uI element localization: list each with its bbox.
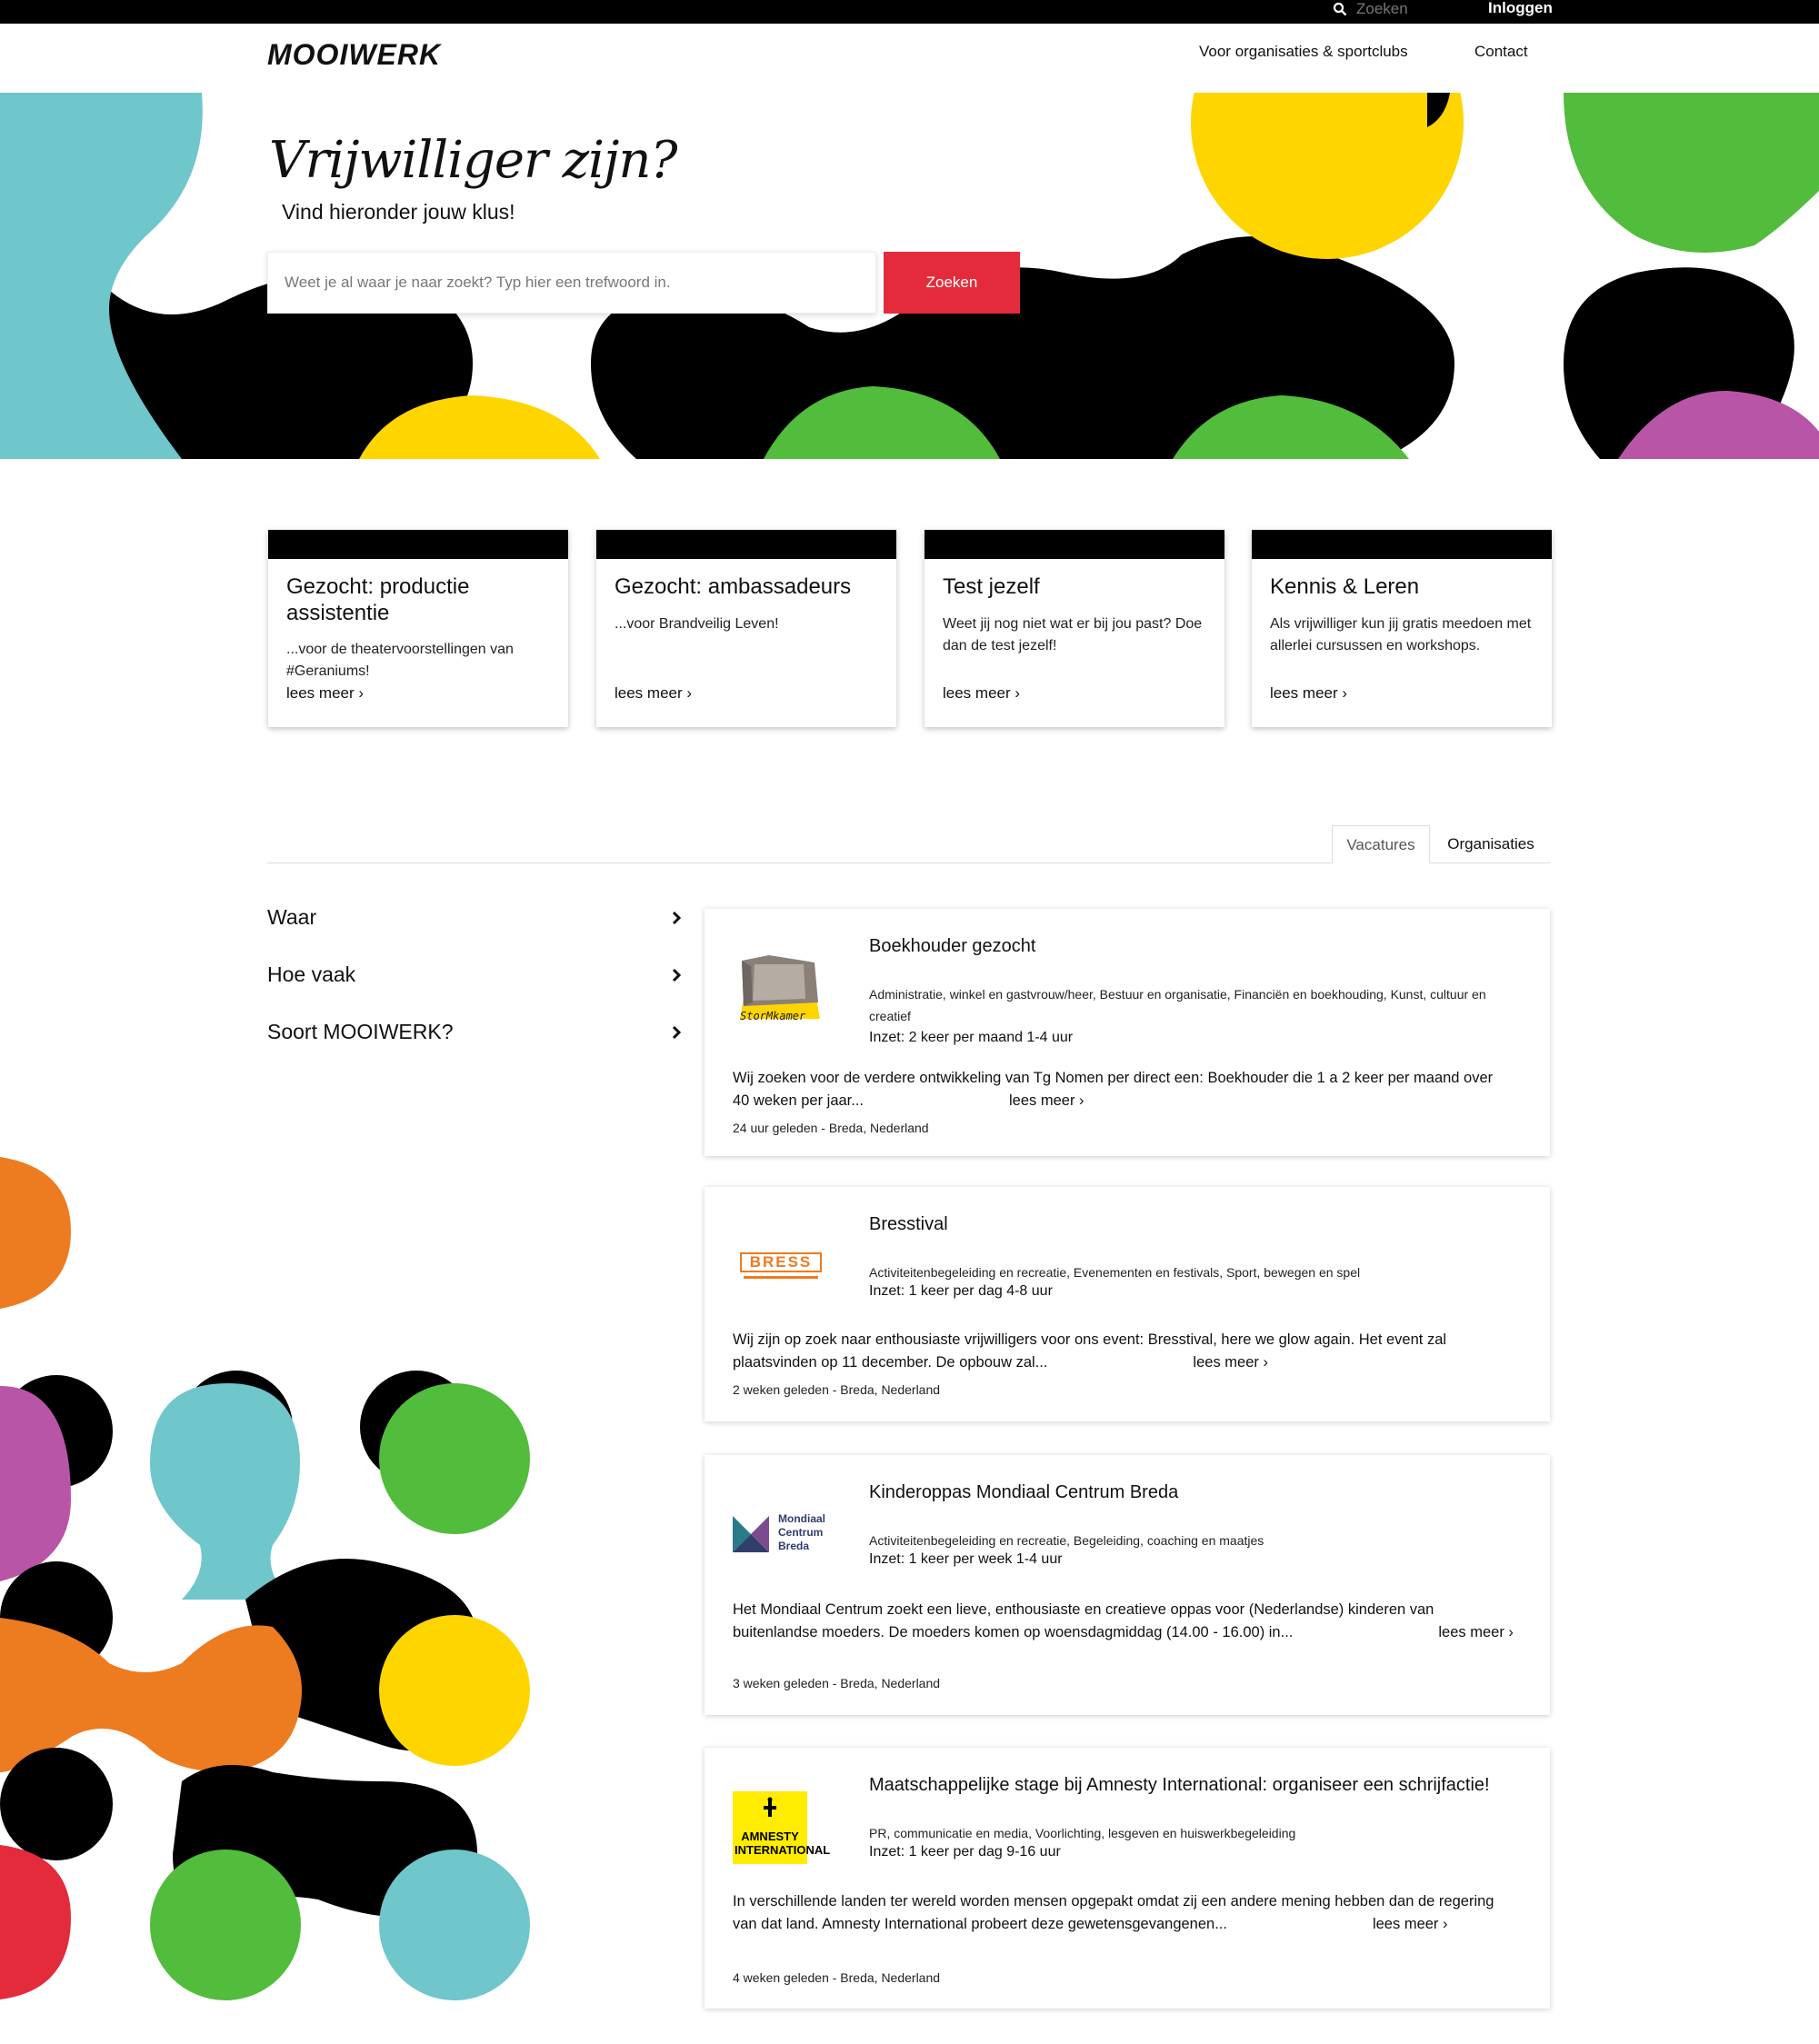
hero-subtitle: Vind hieronder jouw klus! <box>282 200 515 224</box>
tab-organisaties[interactable]: Organisaties <box>1436 825 1545 863</box>
amnesty-logo: AMNESTY INTERNATIONAL <box>733 1791 831 1864</box>
card-more-link[interactable]: lees meer › <box>1270 684 1347 703</box>
card-title: Test jezelf <box>943 574 1040 599</box>
vacancy-desc: Het Mondiaal Centrum zoekt een lieve, en… <box>733 1599 1514 1644</box>
filter-label: Waar <box>267 905 317 929</box>
card-more-link[interactable]: lees meer › <box>286 684 364 703</box>
vacancy-inzet: Inzet: 2 keer per maand 1-4 uur <box>869 1030 1074 1045</box>
chevron-right-icon <box>672 911 682 924</box>
card-header-bar <box>268 530 568 559</box>
hero-search-input[interactable]: Weet je al waar je naar zoekt? Typ hier … <box>267 252 876 314</box>
vacancy-title[interactable]: Kinderoppas Mondiaal Centrum Breda <box>869 1482 1495 1502</box>
feature-card-kennis[interactable]: Kennis & Leren Als vrijwilliger kun jij … <box>1252 530 1552 727</box>
vacancy-card[interactable]: BRESS Bresstival Activiteitenbegeleiding… <box>705 1187 1550 1421</box>
vacancy-inzet: Inzet: 1 keer per dag 9-16 uur <box>869 1844 1061 1860</box>
vacancy-inzet: Inzet: 1 keer per week 1-4 uur <box>869 1551 1063 1567</box>
bress-logo: BRESS <box>733 1251 828 1287</box>
filter-waar[interactable]: Waar <box>267 905 682 930</box>
card-desc: ...voor de theatervoorstellingen van #Ge… <box>286 642 514 679</box>
card-header-bar <box>924 530 1224 559</box>
vacancy-desc: Wij zijn op zoek naar enthousiaste vrijw… <box>733 1329 1514 1374</box>
logo[interactable]: MOOIWERK <box>267 38 441 72</box>
stormkamer-logo: StorMkamer <box>733 952 828 1033</box>
hero-search-button[interactable]: Zoeken <box>884 252 1020 314</box>
top-search-label: Zoeken <box>1356 0 1408 17</box>
vacancy-meta: 4 weken geleden - Breda, Nederland <box>733 1970 941 1985</box>
logo-underline <box>744 1276 818 1279</box>
feature-card-test[interactable]: Test jezelf Weet jij nog niet wat er bij… <box>924 530 1224 727</box>
card-more-link[interactable]: lees meer › <box>615 684 692 703</box>
card-title: Gezocht: ambassadeurs <box>615 574 852 599</box>
login-link[interactable]: Inloggen <box>1488 0 1553 16</box>
card-header-bar <box>1252 530 1552 559</box>
vacancy-title[interactable]: Bresstival <box>869 1214 1495 1234</box>
filter-hoe-vaak[interactable]: Hoe vaak <box>267 962 682 987</box>
top-search[interactable]: Zoeken <box>1333 0 1408 18</box>
filter-label: Hoe vaak <box>267 962 356 986</box>
card-title: Gezocht: productie assistentie <box>286 574 470 625</box>
vacancy-more-link[interactable]: lees meer › <box>1438 1624 1514 1640</box>
card-more-link[interactable]: lees meer › <box>943 684 1020 703</box>
top-bar: Zoeken Inloggen <box>0 0 1819 24</box>
vacancy-meta: 2 weken geleden - Breda, Nederland <box>733 1382 941 1397</box>
vacancy-categories: PR, communicatie en media, Voorlichting,… <box>869 1826 1296 1840</box>
logo-text: Mondiaal Centrum Breda <box>778 1512 826 1552</box>
vacancy-more-link[interactable]: lees meer › <box>1193 1354 1268 1371</box>
filter-label: Soort MOOIWERK? <box>267 1020 454 1043</box>
filter-soort[interactable]: Soort MOOIWERK? <box>267 1020 682 1044</box>
vacancy-desc-text: Het Mondiaal Centrum zoekt een lieve, en… <box>733 1601 1434 1640</box>
vacancy-title[interactable]: Boekhouder gezocht <box>869 936 1495 956</box>
vacancy-meta: 3 weken geleden - Breda, Nederland <box>733 1676 941 1690</box>
card-title: Kennis & Leren <box>1270 574 1420 599</box>
feature-card-productie[interactable]: Gezocht: productie assistentie ...voor d… <box>268 530 568 727</box>
card-header-bar <box>596 530 896 559</box>
vacancy-desc-text: Wij zijn op zoek naar enthousiaste vrijw… <box>733 1331 1447 1371</box>
search-icon <box>1333 2 1347 16</box>
logo-text: StorMkamer <box>740 1010 806 1022</box>
hero-title: Vrijwilliger zijn? <box>269 131 677 190</box>
nav-organisaties[interactable]: Voor organisaties & sportclubs <box>1199 43 1408 61</box>
chevron-right-icon <box>672 968 682 982</box>
card-desc: Weet jij nog niet wat er bij jou past? D… <box>943 616 1203 653</box>
chevron-right-icon <box>672 1025 682 1039</box>
vacancy-categories: Activiteitenbegeleiding en recreatie, Ev… <box>869 1265 1361 1280</box>
vacancy-more-link[interactable]: lees meer › <box>1373 1916 1448 1932</box>
vacancy-more-link[interactable]: lees meer › <box>1009 1092 1084 1109</box>
vacancy-categories: Activiteitenbegeleiding en recreatie, Be… <box>869 1533 1264 1548</box>
vacancy-inzet: Inzet: 1 keer per dag 4-8 uur <box>869 1283 1053 1299</box>
vacancy-card[interactable]: StorMkamer Boekhouder gezocht Administra… <box>705 909 1550 1156</box>
vacancy-meta: 24 uur geleden - Breda, Nederland <box>733 1121 929 1135</box>
mondiaal-logo: Mondiaal Centrum Breda <box>733 1512 828 1558</box>
tab-vacatures[interactable]: Vacatures <box>1332 825 1430 863</box>
feature-card-ambassadeurs[interactable]: Gezocht: ambassadeurs ...voor Brandveili… <box>596 530 896 727</box>
vacancy-card[interactable]: AMNESTY INTERNATIONAL Maatschappelijke s… <box>705 1748 1550 2009</box>
vacancy-card[interactable]: Mondiaal Centrum Breda Kinderoppas Mondi… <box>705 1455 1550 1715</box>
vacancy-categories: Administratie, winkel en gastvrouw/heer,… <box>869 987 1486 1023</box>
logo-text: BRESS <box>740 1252 822 1272</box>
logo-text: AMNESTY INTERNATIONAL <box>735 1830 831 1857</box>
nav-contact[interactable]: Contact <box>1474 43 1528 61</box>
card-desc: Als vrijwilliger kun jij gratis meedoen … <box>1270 616 1532 653</box>
vacancy-desc-text: Wij zoeken voor de verdere ontwikkeling … <box>733 1070 1494 1109</box>
vacancy-title[interactable]: Maatschappelijke stage bij Amnesty Inter… <box>869 1775 1495 1795</box>
vacancy-desc: In verschillende landen ter wereld worde… <box>733 1890 1514 1936</box>
card-desc: ...voor Brandveilig Leven! <box>615 616 779 632</box>
vacancy-desc: Wij zoeken voor de verdere ontwikkeling … <box>733 1067 1514 1112</box>
